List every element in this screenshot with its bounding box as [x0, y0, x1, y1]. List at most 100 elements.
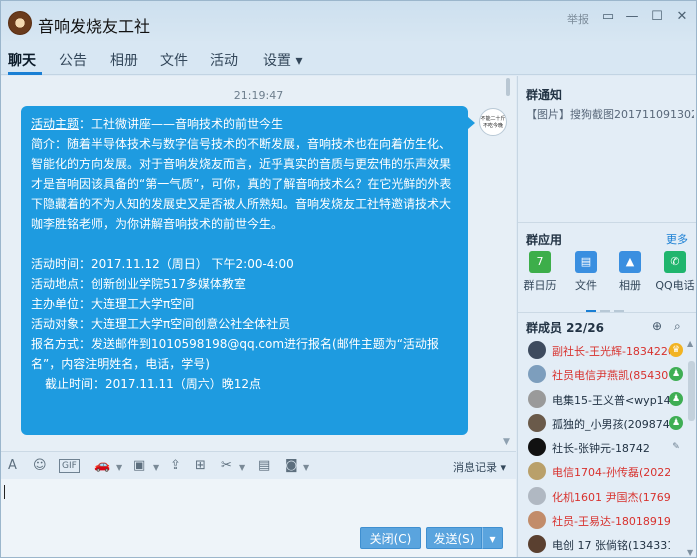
member-name[interactable]: 社员-王易达-18018919: [552, 513, 670, 529]
member-row[interactable]: 电集15-王义普<wyp142 ♟: [518, 387, 686, 411]
member-name[interactable]: 化机1601 尹国杰(17699: [552, 489, 670, 505]
message-audience: 活动对象：大连理工大学π空间创意公社全体社员: [31, 317, 291, 331]
members-title: 群成员 22/26: [526, 321, 604, 335]
scroll-up-icon[interactable]: ▲: [687, 339, 693, 348]
apps-more-link[interactable]: 更多: [666, 231, 688, 247]
chat-window: 音响发烧友工社 举报 ▭ — ☐ ✕ 聊天 公告 相册 文件 活动 设置 ▾ 2…: [0, 0, 697, 558]
send-options-icon[interactable]: ▾: [482, 527, 503, 549]
member-row[interactable]: 电创 17 张倘铭(134331: [518, 532, 686, 556]
message-input[interactable]: 关闭(C) 发送(S) ▾: [1, 479, 516, 557]
member-name[interactable]: 电集15-王义普<wyp142: [552, 392, 670, 408]
tab-settings[interactable]: 设置 ▾: [263, 50, 302, 70]
scroll-down-icon[interactable]: ▼: [687, 548, 693, 557]
screenshot-icon[interactable]: ✂: [221, 458, 232, 474]
member-avatar[interactable]: [528, 486, 546, 505]
font-icon[interactable]: A: [8, 458, 17, 474]
member-row[interactable]: 社员-王易达-18018919: [518, 508, 686, 532]
image-icon[interactable]: ▣: [133, 458, 145, 474]
search-member-icon[interactable]: ⌕: [674, 319, 681, 334]
close-icon[interactable]: ✕: [671, 7, 693, 27]
tab-files[interactable]: 文件: [160, 50, 188, 70]
side-panel: 群通知 【图片】搜狗截图20171109130259. 群应用 更多 7 群日历…: [517, 76, 696, 557]
member-list[interactable]: 副社长-王光辉-18342208 ♛ 社员电信尹燕凯(85430 ♟ 电集15-王义普<…: [518, 338, 686, 557]
member-avatar[interactable]: [528, 365, 546, 384]
screenshot-dropdown-icon[interactable]: ▼: [239, 460, 245, 476]
member-avatar[interactable]: [528, 535, 546, 554]
notice-divider: [518, 222, 696, 223]
message-signup: 报名方式：发送邮件到1010598198@qq.com进行报名(邮件主题为“活动…: [31, 337, 439, 371]
message-bubble[interactable]: 活动主题：工社微讲座——音响技术的前世今生 简介：随着半导体技术与数字信号技术的…: [21, 106, 468, 435]
tab-bar: 聊天 公告 相册 文件 活动 设置 ▾: [1, 41, 696, 75]
close-button[interactable]: 关闭(C): [360, 527, 421, 549]
message-topic: 活动主题：工社微讲座——音响技术的前世今生: [31, 117, 284, 131]
message-intro: 简介：随着半导体技术与数字信号技术的不断发展，音响技术也在向着仿生化、智能化的方…: [31, 137, 452, 231]
message-record-button[interactable]: 消息记录 ▾: [453, 459, 506, 475]
message-timestamp: 21:19:47: [233, 89, 284, 102]
member-name[interactable]: 电信1704-孙传磊(20229: [552, 464, 670, 480]
member-row[interactable]: 社长-张钟元-18742 ✎: [518, 435, 686, 459]
input-toolbar: A ☺ GIF 🚗 ▼ ▣ ▼ ⇪ ⊞ ✂ ▼ ▤ ◙ ▼ 消息记录 ▾: [1, 451, 516, 479]
member-scrollbar[interactable]: [688, 361, 695, 421]
sender-avatar[interactable]: 不能二十斤 不吃今晚: [479, 108, 507, 136]
gift-icon[interactable]: ⊞: [195, 458, 206, 474]
active-tab-indicator: [8, 72, 42, 75]
app-album[interactable]: ▲ 相册: [608, 251, 652, 293]
invite-member-icon[interactable]: ⊕: [652, 319, 662, 333]
shake-dropdown-icon[interactable]: ▼: [303, 460, 309, 476]
edit-icon[interactable]: ✎: [669, 440, 683, 454]
apps-divider: [518, 312, 696, 313]
member-row[interactable]: 副社长-王光辉-18342208 ♛: [518, 338, 686, 362]
trash-icon[interactable]: ▤: [258, 458, 270, 474]
member-avatar[interactable]: [528, 341, 546, 359]
topic-label[interactable]: 活动主题: [31, 117, 79, 131]
member-name[interactable]: 副社长-王光辉-18342208: [552, 343, 670, 359]
owner-icon[interactable]: ♛: [669, 343, 683, 357]
member-avatar[interactable]: [528, 389, 546, 408]
photo-icon: ▲: [619, 251, 641, 273]
message-list[interactable]: 21:19:47 活动主题：工社微讲座——音响技术的前世今生 简介：随着半导体技…: [1, 76, 516, 451]
scroll-down-icon[interactable]: ▼: [503, 437, 510, 447]
report-link[interactable]: 举报: [567, 11, 589, 27]
admin-icon[interactable]: ♟: [669, 415, 683, 430]
member-row[interactable]: 孤独的_小男孩(209874 ♟: [518, 411, 686, 435]
member-avatar[interactable]: [528, 438, 546, 457]
gif-icon[interactable]: GIF: [59, 459, 80, 473]
tab-chat[interactable]: 聊天: [8, 50, 36, 70]
member-row[interactable]: 社员电信尹燕凯(85430 ♟: [518, 362, 686, 386]
member-avatar[interactable]: [528, 511, 546, 530]
member-avatar[interactable]: [528, 462, 546, 481]
member-name[interactable]: 社长-张钟元-18742: [552, 440, 670, 456]
folder-icon: ▤: [575, 251, 597, 273]
group-avatar[interactable]: [8, 11, 32, 35]
member-name[interactable]: 电创 17 张倘铭(134331: [552, 537, 670, 553]
magic-emoji-dropdown-icon[interactable]: ▼: [116, 460, 122, 476]
emoji-icon[interactable]: ☺: [33, 458, 47, 474]
calendar-icon: 7: [529, 251, 551, 273]
message-time: 活动时间：2017.11.12（周日） 下午2:00-4:00: [31, 257, 294, 271]
member-row[interactable]: 电信1704-孙传磊(20229: [518, 459, 686, 483]
tab-album[interactable]: 相册: [110, 50, 138, 70]
maximize-icon[interactable]: ☐: [646, 7, 668, 27]
member-row[interactable]: 化机1601 尹国杰(17699: [518, 484, 686, 508]
send-button[interactable]: 发送(S): [426, 527, 482, 549]
message-host: 主办单位：大连理工大学π空间: [31, 297, 195, 311]
admin-icon[interactable]: ♟: [669, 391, 683, 406]
admin-icon[interactable]: ♟: [669, 367, 683, 382]
tab-announcement[interactable]: 公告: [59, 50, 87, 70]
skin-icon[interactable]: ▭: [597, 7, 619, 27]
app-files[interactable]: ▤ 文件: [564, 251, 608, 293]
app-calendar[interactable]: 7 群日历: [518, 251, 562, 293]
minimize-icon[interactable]: —: [621, 7, 643, 27]
shake-icon[interactable]: ◙: [285, 458, 298, 474]
member-avatar[interactable]: [528, 413, 546, 432]
tab-activity[interactable]: 活动: [210, 50, 238, 70]
upload-icon[interactable]: ⇪: [170, 458, 181, 474]
magic-emoji-icon[interactable]: 🚗: [94, 458, 110, 474]
member-name[interactable]: 社员电信尹燕凯(85430: [552, 367, 670, 383]
app-qq-call[interactable]: ✆ QQ电话: [652, 251, 696, 293]
image-dropdown-icon[interactable]: ▼: [153, 460, 159, 476]
member-name[interactable]: 孤独的_小男孩(209874: [552, 416, 670, 432]
notice-text[interactable]: 【图片】搜狗截图20171109130259.: [526, 106, 694, 122]
window-title: 音响发烧友工社: [38, 17, 151, 36]
bubble-tail: [468, 117, 475, 129]
